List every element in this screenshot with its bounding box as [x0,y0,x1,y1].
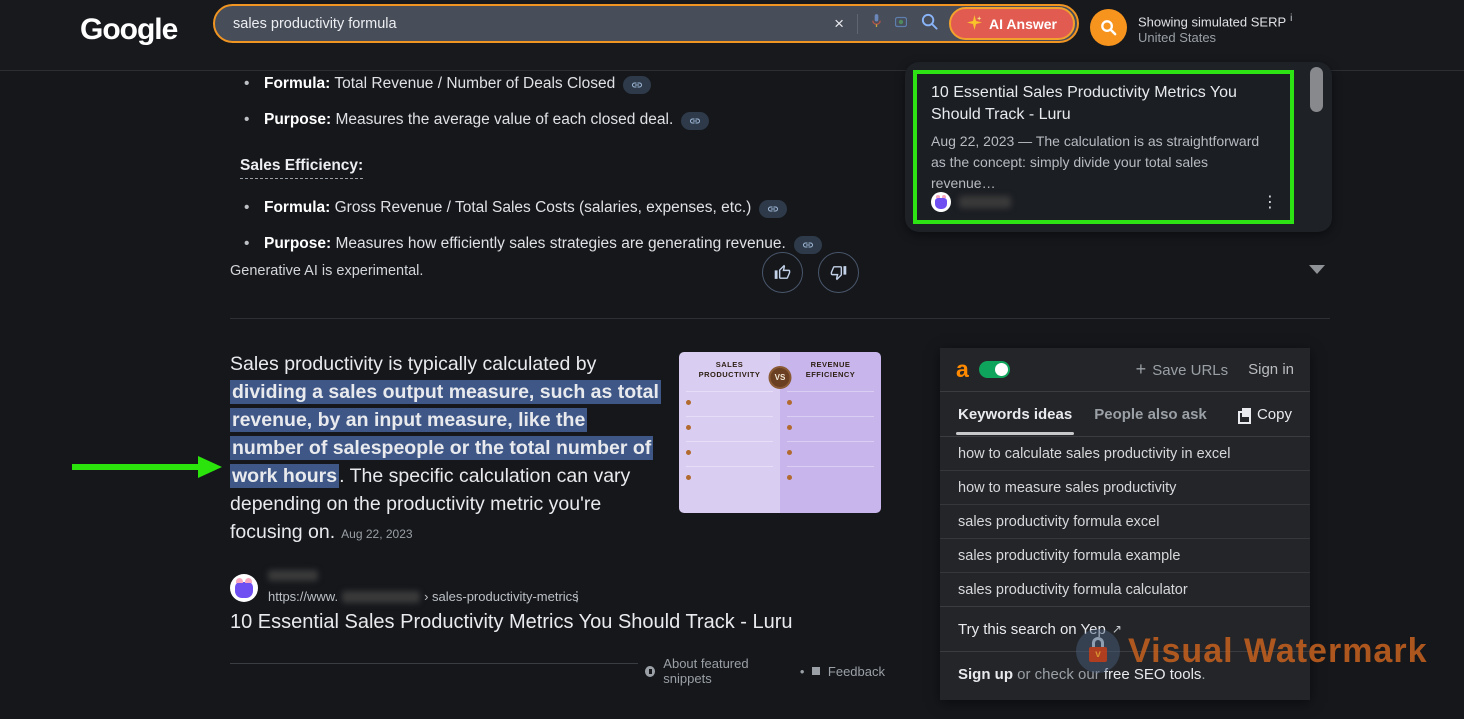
panel-header: a + Save URLs Sign in [940,348,1310,392]
source-card-title[interactable]: 10 Essential Sales Productivity Metrics … [931,82,1276,126]
infographic-right-title: REVENUE [811,360,851,369]
breadcrumb: › sales-productivity-metrics [424,589,579,604]
annotation-arrow [72,464,200,470]
citation-link-icon[interactable] [759,200,787,218]
mic-icon[interactable] [871,14,882,34]
google-logo[interactable]: Google [80,13,177,47]
thumbs-up-button[interactable] [762,252,803,293]
snippet-date: Aug 22, 2023 [341,527,412,541]
snippet-thumbnail-image[interactable]: VS SALESPRODUCTIVITY REVENUEEFFICIENCY [679,352,881,513]
source-card-snippet: Aug 22, 2023 — The calculation is as str… [931,131,1276,194]
bullet-text: Measures the average value of each close… [331,111,673,128]
thumbs-up-icon [774,264,791,281]
copy-button[interactable]: Copy [1238,406,1292,423]
search-bar[interactable]: sales productivity formula × AI Answer [213,4,1079,43]
copy-icon [1238,408,1251,421]
bullet-label: Formula: [264,75,330,92]
url-redacted [342,591,420,603]
sparkle-icon [967,15,982,33]
serp-note-text: Showing simulated SERP [1138,14,1286,29]
infographic-left-title: SALES [716,360,744,369]
tab-people-also-ask[interactable]: People also ask [1094,406,1207,423]
bullet-label: Purpose: [264,235,331,252]
magnifier-icon [1099,18,1118,37]
keyword-item[interactable]: sales productivity formula example [940,538,1310,572]
bullet-text: Gross Revenue / Total Sales Costs (salar… [330,199,751,216]
feedback-icon [812,667,819,675]
seo-extension-panel: a + Save URLs Sign in Keywords ideas Peo… [940,348,1310,700]
tab-keywords-ideas[interactable]: Keywords ideas [958,406,1072,423]
result-url[interactable]: https://www. › sales-productivity-metric… [268,589,579,604]
bullet-text: Measures how efficiently sales strategie… [331,235,786,252]
bullet-text: Total Revenue / Number of Deals Closed [330,75,615,92]
header-bar: Google sales productivity formula × [0,0,1464,70]
ahrefs-logo: a [956,358,969,381]
about-featured-snippets-link[interactable]: About featured snippets [663,656,792,686]
result-title-link[interactable]: 10 Essential Sales Productivity Metrics … [230,611,793,634]
keyword-item[interactable]: how to measure sales productivity [940,470,1310,504]
genai-disclaimer: Generative AI is experimental. [230,263,423,279]
feedback-link[interactable]: Feedback [828,664,885,679]
extension-toggle[interactable] [979,361,1010,378]
bullet-label: Purpose: [264,111,331,128]
info-icon[interactable]: i [1290,13,1292,24]
signup-row: Sign up or check our free SEO tools. [940,652,1310,697]
keyword-item[interactable]: how to calculate sales productivity in e… [940,436,1310,470]
carousel-scroll-down-icon[interactable] [1309,265,1325,274]
sign-up-link[interactable]: Sign up [958,666,1013,683]
annotation-arrow-head [198,456,222,478]
search-divider [857,14,858,34]
google-serp-page: Google sales productivity formula × [0,0,1464,719]
ai-answer-label: AI Answer [989,16,1057,32]
featured-snippet-text: Sales productivity is typically calculat… [230,350,662,548]
serp-search-badge[interactable] [1090,9,1127,46]
keyword-item[interactable]: sales productivity formula calculator [940,572,1310,606]
snippet-footer: About featured snippets • Feedback [645,656,885,686]
lens-icon[interactable] [895,15,907,33]
free-seo-tools-link[interactable]: free SEO tools [1104,666,1202,683]
citation-link-icon[interactable] [681,112,709,130]
save-urls-button[interactable]: + Save URLs [1136,359,1229,380]
thumbs-down-icon [830,264,847,281]
ai-answer-button[interactable]: AI Answer [949,7,1075,40]
result-more-options-icon[interactable]: ⋮ [570,588,584,605]
info-icon [645,666,655,677]
ai-bullet: • Formula: Total Revenue / Number of Dea… [240,73,880,95]
plus-icon: + [1136,359,1147,379]
clear-icon[interactable]: × [834,14,844,34]
more-options-icon[interactable]: ⋮ [1262,192,1278,212]
citation-link-icon[interactable] [794,236,822,254]
external-link-icon: ↗ [1112,622,1122,636]
keyword-item[interactable]: sales productivity formula excel [940,504,1310,538]
snippet-pre: Sales productivity is typically calculat… [230,353,596,375]
yep-search-link[interactable]: Try this search on Yep ↗ [940,606,1310,652]
serp-note-country: United States [1138,30,1292,46]
source-favicon [931,192,951,212]
serp-note: Showing simulated SERP i United States [1138,11,1292,46]
ai-bullet: • Purpose: Measures the average value of… [240,109,880,131]
citation-link-icon[interactable] [623,76,651,94]
ai-bullet: • Formula: Gross Revenue / Total Sales C… [240,197,880,219]
thumbs-down-button[interactable] [818,252,859,293]
ai-overview: • Formula: Total Revenue / Number of Dea… [240,73,880,269]
search-icon[interactable] [920,12,939,36]
bullet-label: Formula: [264,199,330,216]
site-name-redacted [268,570,318,581]
search-input[interactable]: sales productivity formula [233,16,834,32]
source-card-highlighted[interactable]: 10 Essential Sales Productivity Metrics … [913,70,1294,224]
sign-in-button[interactable]: Sign in [1248,361,1294,378]
section-divider [230,318,1330,319]
vs-badge: VS [769,366,792,389]
footer-divider [230,663,638,664]
ai-subheading[interactable]: Sales Efficiency: [240,157,363,179]
carousel-scrollbar-thumb[interactable] [1310,67,1323,112]
ai-source-carousel: 10 Essential Sales Productivity Metrics … [905,62,1332,232]
panel-tabs: Keywords ideas People also ask Copy [940,392,1310,436]
source-name-redacted [959,196,1011,208]
result-favicon [230,574,258,602]
